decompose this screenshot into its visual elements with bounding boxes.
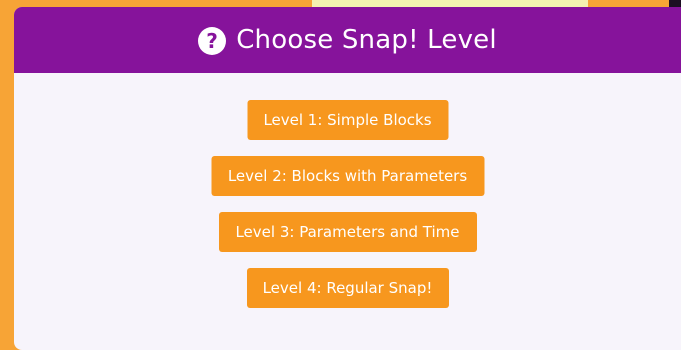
level-4-button[interactable]: Level 4: Regular Snap! (246, 268, 449, 308)
background-strip (312, 0, 588, 7)
level-3-button[interactable]: Level 3: Parameters and Time (218, 212, 477, 252)
dialog-title: Choose Snap! Level (236, 25, 497, 55)
dialog-body: Level 1: Simple Blocks Level 2: Blocks w… (14, 73, 681, 350)
level-1-button[interactable]: Level 1: Simple Blocks (247, 100, 448, 140)
dialog-header: ? Choose Snap! Level (14, 7, 681, 73)
level-dialog: ? Choose Snap! Level Level 1: Simple Blo… (14, 7, 681, 350)
level-2-button[interactable]: Level 2: Blocks with Parameters (211, 156, 484, 196)
question-circle-icon: ? (198, 26, 227, 55)
